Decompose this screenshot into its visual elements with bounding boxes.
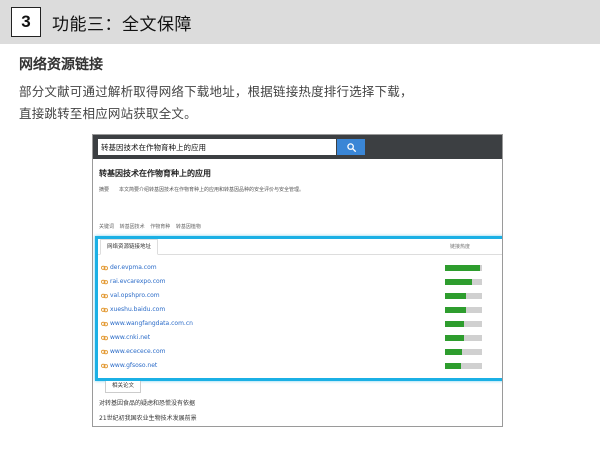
section-description-line2: 直接跳转至相应网站获取全文。 xyxy=(19,106,197,121)
heat-bar-fill xyxy=(445,307,466,313)
link-icon xyxy=(101,321,108,327)
heat-bar xyxy=(445,363,482,369)
search-bar xyxy=(93,135,502,159)
slide-number: 3 xyxy=(11,7,41,37)
link-icon xyxy=(101,265,108,271)
link-url[interactable]: www.cnki.net xyxy=(110,334,150,341)
heat-bar-fill xyxy=(445,335,464,341)
keywords-label: 关键词 xyxy=(99,224,115,230)
heat-bar-fill xyxy=(445,349,463,355)
heat-bar-fill xyxy=(445,279,472,285)
link-icon xyxy=(101,335,108,341)
heat-bar-fill xyxy=(445,321,464,327)
link-row: www.wangfangdata.com.cn xyxy=(101,319,482,330)
keyword-2[interactable]: 作物育种 xyxy=(150,224,170,230)
slide-title: 功能三：全文保障 xyxy=(52,15,192,35)
link-row: www.gfsoso.net xyxy=(101,361,482,372)
keyword-3[interactable]: 转基因植物 xyxy=(176,224,201,230)
heat-bar xyxy=(445,307,482,313)
link-row: www.cnki.net xyxy=(101,333,482,344)
screenshot-window: 转基因技术在作物育种上的应用 摘要 本文简要介绍转基因技术在作物育种上的应用和转基… xyxy=(92,134,503,427)
link-url[interactable]: www.gfsoso.net xyxy=(110,362,157,369)
abstract-text: 本文简要介绍转基因技术在作物育种上的应用和转基因品种的安全评价与安全管理。 xyxy=(119,187,305,193)
abstract-label: 摘要 xyxy=(99,187,110,193)
link-url[interactable]: www.wangfangdata.com.cn xyxy=(110,320,193,327)
heat-bar-fill xyxy=(445,293,466,299)
heat-bar xyxy=(445,321,482,327)
heat-header: 链接热度 xyxy=(450,244,471,250)
heat-bar xyxy=(445,335,482,341)
link-icon xyxy=(101,363,108,369)
tab-links[interactable]: 网络资源链接地址 xyxy=(100,239,159,255)
search-button[interactable] xyxy=(337,139,365,155)
link-row: val.opshpro.com xyxy=(101,291,482,302)
search-icon xyxy=(346,142,356,152)
link-row: xueshu.baidu.com xyxy=(101,305,482,316)
link-row: der.evpma.com xyxy=(101,263,482,274)
heat-bar xyxy=(445,279,482,285)
heat-bar-fill xyxy=(445,363,461,369)
keyword-1[interactable]: 转基因技术 xyxy=(120,224,145,230)
link-icon xyxy=(101,279,108,285)
heat-bar xyxy=(445,349,482,355)
related-paper-2[interactable]: 21世纪初我国农业生物技术发展前景 xyxy=(99,413,197,422)
keywords: 关键词 转基因技术 作物育种 转基因植物 xyxy=(99,223,205,230)
link-url[interactable]: xueshu.baidu.com xyxy=(110,306,165,313)
links-panel: 网络资源链接地址 链接热度 der.evpma.com rai.evcarexpo… xyxy=(95,236,502,381)
slide-header: 3 功能三：全文保障 xyxy=(0,0,600,44)
related-paper-1[interactable]: 对转基因食品的疑虑和恐慌没有依据 xyxy=(99,398,195,407)
link-row: www.ececece.com xyxy=(101,347,482,358)
heat-bar xyxy=(445,293,482,299)
paper-title[interactable]: 转基因技术在作物育种上的应用 xyxy=(99,168,211,179)
search-input[interactable] xyxy=(98,139,336,155)
link-url[interactable]: rai.evcarexpo.com xyxy=(110,278,166,285)
link-url[interactable]: www.ececece.com xyxy=(110,348,165,355)
section-description-line1: 部分文献可通过解析取得网络下载地址，根据链接热度排行选择下载， xyxy=(19,84,413,99)
links-tab-row: 网络资源链接地址 链接热度 xyxy=(98,239,502,255)
link-icon xyxy=(101,307,108,313)
abstract: 摘要 本文简要介绍转基因技术在作物育种上的应用和转基因品种的安全评价与安全管理。 xyxy=(99,186,304,193)
link-row: rai.evcarexpo.com xyxy=(101,277,482,288)
section-heading: 网络资源链接 xyxy=(19,57,103,73)
heat-bar-fill xyxy=(445,265,481,271)
link-icon xyxy=(101,349,108,355)
tab-related-papers[interactable]: 相关论文 xyxy=(105,381,141,393)
heat-bar xyxy=(445,265,482,271)
link-url[interactable]: val.opshpro.com xyxy=(110,292,160,299)
link-icon xyxy=(101,293,108,299)
link-url[interactable]: der.evpma.com xyxy=(110,264,157,271)
